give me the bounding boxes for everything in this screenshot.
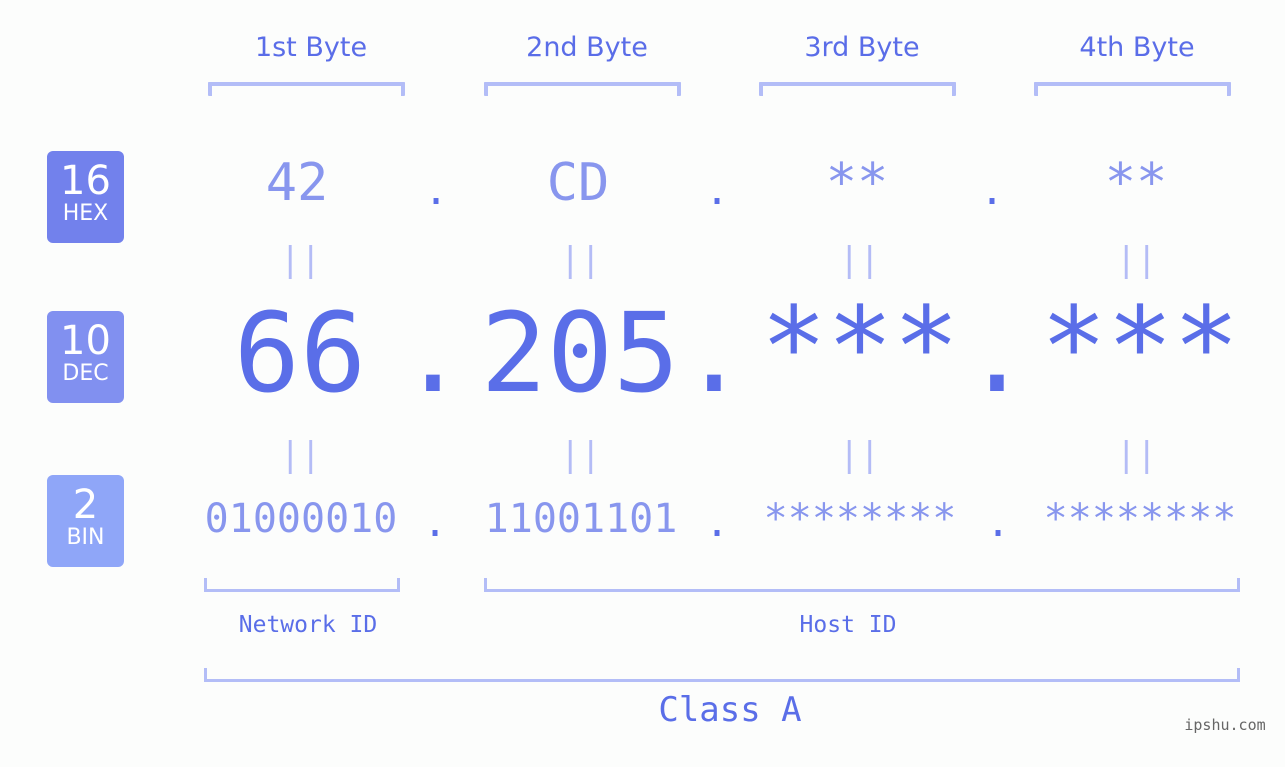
equals-dec-bin-3: || (839, 435, 880, 475)
class-bracket (204, 668, 1240, 682)
hex-separator-2: . (704, 168, 730, 214)
dec-byte-4: *** (1040, 283, 1240, 411)
class-label: Class A (658, 690, 802, 730)
watermark: ipshu.com (1184, 716, 1266, 734)
hex-byte-1: 42 (265, 153, 329, 213)
byte-label-3: 3rd Byte (804, 32, 920, 63)
bin-byte-3: ******** (763, 496, 957, 542)
hex-badge-name: HEX (62, 201, 109, 226)
hex-byte-2: CD (546, 153, 610, 213)
byte-label-4: 4th Byte (1079, 32, 1195, 63)
dec-badge-base: 10 (60, 318, 111, 364)
equals-dec-bin-2: || (560, 435, 601, 475)
network-id-label: Network ID (238, 612, 378, 638)
bin-byte-1: 01000010 (204, 496, 398, 542)
equals-hex-dec-4: || (1116, 240, 1157, 280)
dec-separator-1: . (399, 289, 467, 417)
hex-separator-1: . (423, 168, 449, 214)
byte-bracket-1 (208, 82, 405, 96)
byte-bracket-2 (484, 82, 681, 96)
dec-badge: 10 DEC (47, 311, 124, 403)
byte-bracket-4 (1034, 82, 1231, 96)
host-id-label: Host ID (799, 612, 897, 638)
byte-label-1: 1st Byte (254, 32, 368, 63)
hex-badge: 16 HEX (47, 151, 124, 243)
hex-separator-3: . (979, 168, 1005, 214)
dec-separator-2: . (680, 289, 748, 417)
network-id-bracket (204, 578, 400, 592)
equals-dec-bin-1: || (280, 435, 321, 475)
hex-byte-3: ** (825, 153, 889, 213)
hex-badge-base: 16 (60, 158, 111, 204)
bin-badge: 2 BIN (47, 475, 124, 567)
equals-dec-bin-4: || (1116, 435, 1157, 475)
host-id-bracket (484, 578, 1240, 592)
bin-badge-base: 2 (72, 482, 99, 528)
equals-hex-dec-1: || (280, 240, 321, 280)
bin-badge-name: BIN (66, 525, 105, 550)
byte-bracket-3 (759, 82, 956, 96)
bin-byte-4: ******** (1043, 496, 1237, 542)
equals-hex-dec-2: || (560, 240, 601, 280)
bin-separator-3: . (985, 500, 1011, 546)
byte-label-2: 2nd Byte (526, 32, 648, 63)
dec-badge-name: DEC (62, 361, 109, 386)
bin-byte-2: 11001101 (484, 496, 678, 542)
equals-hex-dec-3: || (839, 240, 880, 280)
hex-byte-4: ** (1104, 153, 1168, 213)
bin-separator-1: . (422, 500, 448, 546)
bin-separator-2: . (704, 500, 730, 546)
dec-separator-3: . (963, 289, 1031, 417)
